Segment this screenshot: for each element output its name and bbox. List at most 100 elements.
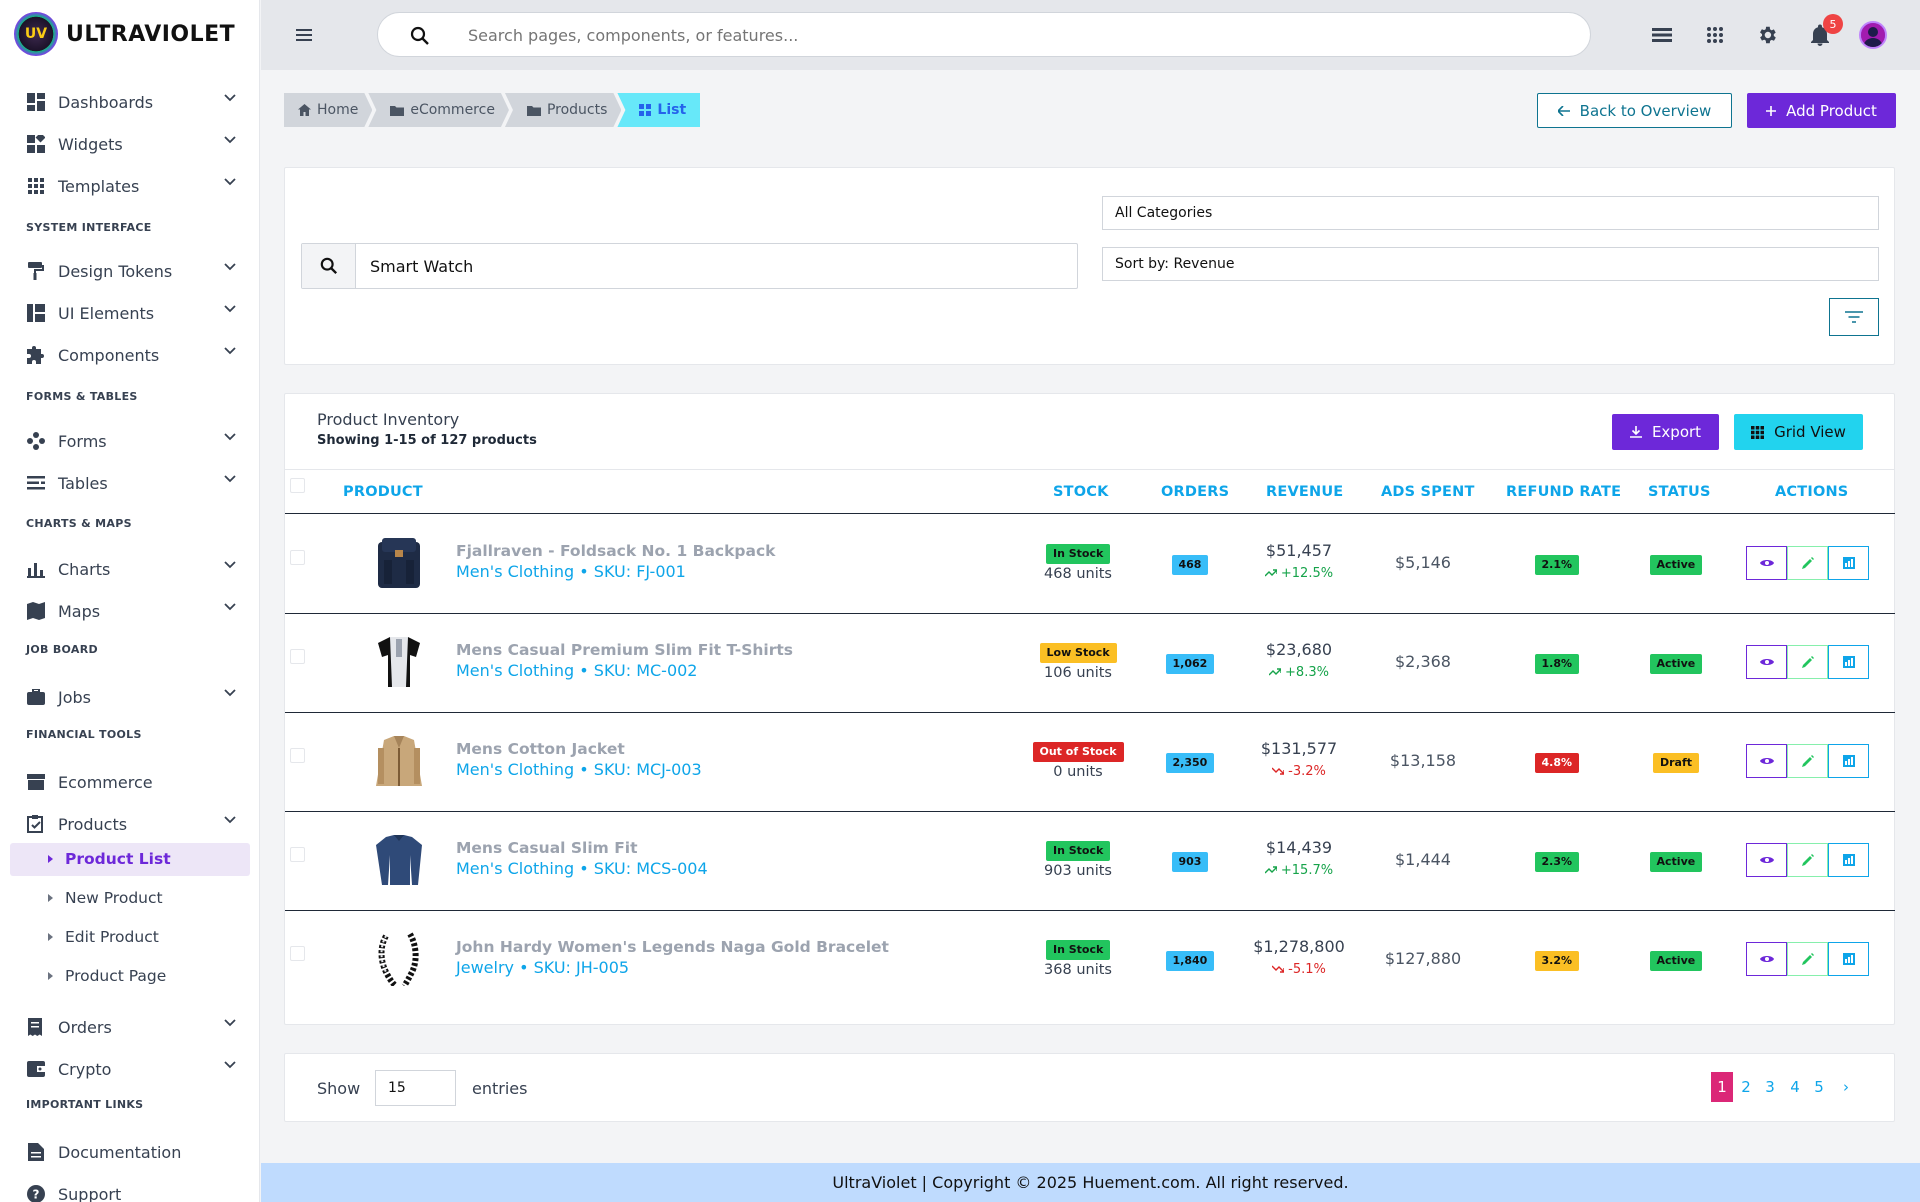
chevron-down-icon[interactable] bbox=[224, 136, 236, 144]
sidebar-subitem-product-list[interactable]: Product List bbox=[48, 844, 171, 874]
sidebar-item-maps[interactable]: Maps bbox=[26, 596, 236, 626]
row-checkbox[interactable] bbox=[290, 649, 305, 664]
sidebar-item-dashboards[interactable]: Dashboards bbox=[26, 87, 236, 117]
view-button[interactable] bbox=[1746, 546, 1787, 580]
brand[interactable]: UV ULTRAVIOLET bbox=[14, 12, 235, 56]
stats-button[interactable] bbox=[1828, 744, 1869, 778]
layers-icon[interactable] bbox=[1650, 23, 1674, 47]
edit-button[interactable] bbox=[1787, 645, 1828, 679]
add-product-button[interactable]: Add Product bbox=[1747, 93, 1896, 128]
row-checkbox[interactable] bbox=[290, 847, 305, 862]
breadcrumb-home[interactable]: Home bbox=[284, 93, 372, 127]
stats-button[interactable] bbox=[1828, 942, 1869, 976]
chevron-down-icon[interactable] bbox=[224, 561, 236, 569]
sidebar-item-crypto[interactable]: Crypto bbox=[26, 1054, 236, 1084]
chevron-down-icon[interactable] bbox=[224, 347, 236, 355]
sidebar-item-charts[interactable]: Charts bbox=[26, 554, 236, 584]
row-checkbox[interactable] bbox=[290, 946, 305, 961]
sidebar-subitem-edit-product[interactable]: Edit Product bbox=[48, 922, 159, 952]
col-header-product[interactable]: PRODUCT bbox=[343, 484, 423, 500]
product-name[interactable]: Mens Cotton Jacket bbox=[456, 740, 625, 758]
category-select[interactable]: All Categories bbox=[1102, 196, 1879, 230]
global-search[interactable] bbox=[377, 12, 1591, 57]
view-button[interactable] bbox=[1746, 744, 1787, 778]
gear-icon[interactable] bbox=[1755, 23, 1779, 47]
sidebar-subitem-new-product[interactable]: New Product bbox=[48, 883, 163, 913]
sidebar-item-widgets[interactable]: Widgets bbox=[26, 129, 236, 159]
view-button[interactable] bbox=[1746, 645, 1787, 679]
page-5[interactable]: 5 bbox=[1808, 1072, 1830, 1102]
user-avatar[interactable] bbox=[1859, 21, 1887, 49]
product-name[interactable]: Mens Casual Premium Slim Fit T-Shirts bbox=[456, 641, 793, 659]
product-search-value[interactable]: Smart Watch bbox=[370, 257, 473, 276]
page-3[interactable]: 3 bbox=[1759, 1072, 1781, 1102]
page-1[interactable]: 1 bbox=[1711, 1072, 1733, 1102]
sidebar-subitem-product-page[interactable]: Product Page bbox=[48, 961, 166, 991]
edit-button[interactable] bbox=[1787, 744, 1828, 778]
next-page-button[interactable]: › bbox=[1835, 1072, 1857, 1102]
row-checkbox[interactable] bbox=[290, 550, 305, 565]
select-all-checkbox[interactable] bbox=[290, 478, 305, 493]
chevron-down-icon[interactable] bbox=[224, 603, 236, 611]
sidebar-item-ui-elements[interactable]: UI Elements bbox=[26, 298, 236, 328]
sidebar-item-documentation[interactable]: Documentation bbox=[26, 1137, 236, 1167]
product-name[interactable]: Fjallraven - Foldsack No. 1 Backpack bbox=[456, 542, 775, 560]
col-header-revenue[interactable]: REVENUE bbox=[1266, 484, 1343, 500]
page-2[interactable]: 2 bbox=[1735, 1072, 1757, 1102]
apps-grid-icon[interactable] bbox=[1703, 23, 1727, 47]
sort-select[interactable]: Sort by: Revenue bbox=[1102, 247, 1879, 281]
chevron-down-icon[interactable] bbox=[224, 305, 236, 313]
sidebar-item-forms[interactable]: Forms bbox=[26, 426, 236, 456]
filter-button[interactable] bbox=[1829, 298, 1879, 336]
entries-per-page-input[interactable]: 15 bbox=[375, 1070, 456, 1106]
chevron-down-icon[interactable] bbox=[224, 94, 236, 102]
chevron-down-icon[interactable] bbox=[224, 689, 236, 697]
sidebar-item-orders[interactable]: Orders bbox=[26, 1012, 236, 1042]
col-header-orders[interactable]: ORDERS bbox=[1161, 484, 1229, 500]
back-to-overview-button[interactable]: Back to Overview bbox=[1537, 93, 1732, 128]
product-category-sku[interactable]: Men's Clothing • SKU: FJ-001 bbox=[456, 562, 686, 581]
breadcrumb-products[interactable]: Products bbox=[505, 93, 621, 127]
product-name[interactable]: John Hardy Women's Legends Naga Gold Bra… bbox=[456, 938, 889, 956]
sidebar-item-components[interactable]: Components bbox=[26, 340, 236, 370]
product-search-button[interactable] bbox=[302, 244, 356, 288]
chevron-down-icon[interactable] bbox=[224, 178, 236, 186]
chevron-down-icon[interactable] bbox=[224, 475, 236, 483]
sidebar-item-ecommerce[interactable]: Ecommerce bbox=[26, 767, 236, 797]
chevron-down-icon[interactable] bbox=[224, 1061, 236, 1069]
col-header-refund-rate[interactable]: REFUND RATE bbox=[1506, 484, 1621, 500]
chevron-down-icon[interactable] bbox=[224, 263, 236, 271]
sidebar-item-templates[interactable]: Templates bbox=[26, 171, 236, 201]
col-header-ads-spent[interactable]: ADS SPENT bbox=[1381, 484, 1475, 500]
chevron-down-icon[interactable] bbox=[224, 816, 236, 824]
col-header-status[interactable]: STATUS bbox=[1648, 484, 1711, 500]
product-category-sku[interactable]: Men's Clothing • SKU: MC-002 bbox=[456, 661, 697, 680]
chevron-down-icon[interactable] bbox=[224, 1019, 236, 1027]
edit-button[interactable] bbox=[1787, 942, 1828, 976]
sidebar-item-tables[interactable]: Tables bbox=[26, 468, 236, 498]
stats-button[interactable] bbox=[1828, 645, 1869, 679]
product-search[interactable]: Smart Watch bbox=[301, 243, 1078, 289]
export-button[interactable]: Export bbox=[1612, 414, 1719, 450]
product-category-sku[interactable]: Men's Clothing • SKU: MCJ-003 bbox=[456, 760, 702, 779]
view-button[interactable] bbox=[1746, 843, 1787, 877]
edit-button[interactable] bbox=[1787, 843, 1828, 877]
edit-button[interactable] bbox=[1787, 546, 1828, 580]
page-4[interactable]: 4 bbox=[1784, 1072, 1806, 1102]
sidebar-item-design-tokens[interactable]: Design Tokens bbox=[26, 256, 236, 286]
sidebar-item-products[interactable]: Products bbox=[26, 809, 236, 839]
breadcrumb-ecommerce[interactable]: eCommerce bbox=[368, 93, 509, 127]
col-header-stock[interactable]: STOCK bbox=[1053, 484, 1109, 500]
product-category-sku[interactable]: Men's Clothing • SKU: MCS-004 bbox=[456, 859, 708, 878]
stats-button[interactable] bbox=[1828, 843, 1869, 877]
row-checkbox[interactable] bbox=[290, 748, 305, 763]
grid-view-button[interactable]: Grid View bbox=[1734, 414, 1863, 450]
view-button[interactable] bbox=[1746, 942, 1787, 976]
sidebar-item-support[interactable]: ? Support bbox=[26, 1179, 236, 1202]
hamburger-menu-icon[interactable] bbox=[293, 23, 317, 47]
stats-button[interactable] bbox=[1828, 546, 1869, 580]
sidebar-item-jobs[interactable]: Jobs bbox=[26, 682, 236, 712]
product-category-sku[interactable]: Jewelry • SKU: JH-005 bbox=[456, 958, 629, 977]
product-name[interactable]: Mens Casual Slim Fit bbox=[456, 839, 638, 857]
chevron-down-icon[interactable] bbox=[224, 433, 236, 441]
